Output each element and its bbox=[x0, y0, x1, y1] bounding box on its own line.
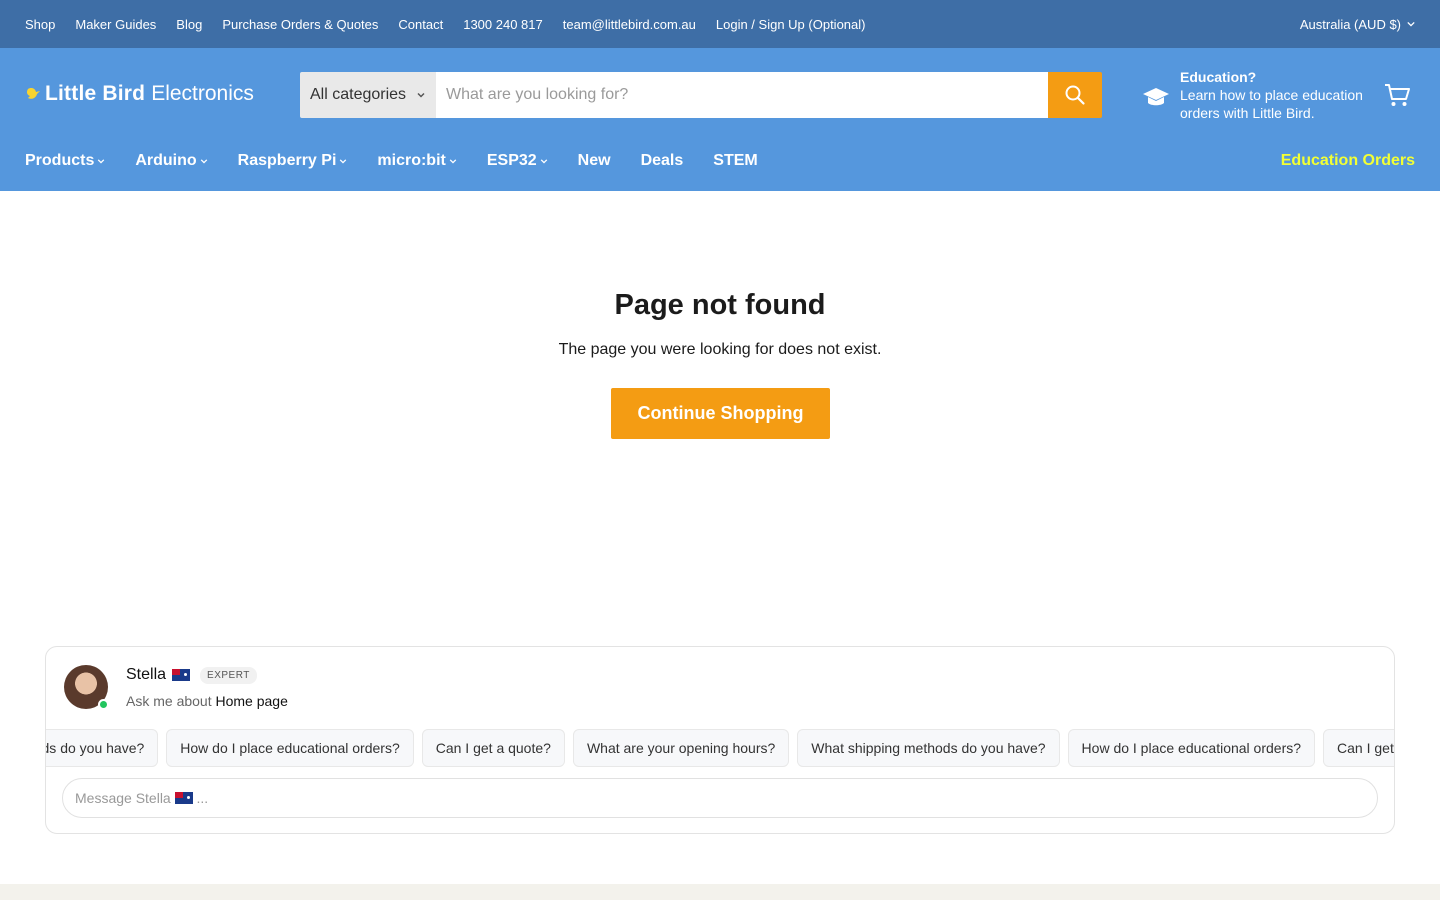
message-input[interactable]: Message Stella ... bbox=[62, 778, 1378, 818]
nav-item-label: ESP32 bbox=[486, 152, 537, 169]
education-orders-link[interactable]: Education Orders bbox=[1281, 152, 1415, 170]
nav-item-deals[interactable]: Deals bbox=[641, 152, 684, 170]
nav-item-label: STEM bbox=[713, 152, 758, 169]
ask-about-line: Ask me about Home page bbox=[126, 693, 288, 709]
link-contact[interactable]: Contact bbox=[398, 17, 443, 32]
chevron-down-icon bbox=[98, 159, 105, 164]
site-header: Little Bird Electronics All categories E… bbox=[0, 48, 1440, 191]
education-description: Learn how to place education orders with… bbox=[1180, 87, 1363, 121]
message-placeholder: Message Stella bbox=[75, 790, 171, 806]
graduation-cap-icon bbox=[1143, 88, 1169, 106]
education-title: Education? bbox=[1180, 69, 1257, 85]
nav-item-label: New bbox=[577, 152, 611, 169]
bird-logo-icon bbox=[26, 88, 40, 99]
main-nav: Products Arduino Raspberry Pi micro:bit … bbox=[25, 152, 788, 170]
chevron-down-icon bbox=[417, 92, 425, 98]
search-bar: All categories bbox=[300, 72, 1102, 118]
continue-shopping-button[interactable]: Continue Shopping bbox=[611, 388, 830, 439]
ask-prefix: Ask me about bbox=[126, 693, 212, 709]
nav-item-label: Arduino bbox=[135, 152, 197, 169]
currency-selector[interactable]: Australia (AUD $) bbox=[1300, 17, 1415, 32]
page-message: The page you were looking for does not e… bbox=[558, 341, 882, 358]
suggestion-chip[interactable]: How do I place educational orders? bbox=[1067, 729, 1316, 767]
page-title: Page not found bbox=[614, 289, 826, 321]
nav-item-microbit[interactable]: micro:bit bbox=[377, 152, 457, 170]
site-logo[interactable]: Little Bird Electronics bbox=[25, 82, 254, 106]
nav-item-label: Raspberry Pi bbox=[237, 152, 337, 169]
suggestion-chip[interactable]: What shipping methods do you have? bbox=[46, 729, 159, 767]
suggestion-track: What shipping methods do you have? How d… bbox=[46, 729, 1394, 767]
nav-item-raspberry-pi[interactable]: Raspberry Pi bbox=[238, 152, 348, 170]
chevron-down-icon bbox=[1407, 21, 1415, 27]
search-icon bbox=[1065, 85, 1085, 105]
suggestion-chip[interactable]: Can I get a quote? bbox=[421, 729, 565, 767]
message-placeholder-suffix: ... bbox=[196, 790, 209, 806]
suggestion-chip[interactable]: How do I place educational orders? bbox=[166, 729, 414, 767]
suggestion-chip[interactable]: Can I get a quote? bbox=[1323, 729, 1394, 767]
nav-item-new[interactable]: New bbox=[578, 152, 611, 170]
utility-links: Shop Maker Guides Blog Purchase Orders &… bbox=[25, 17, 885, 32]
link-maker-guides[interactable]: Maker Guides bbox=[75, 17, 156, 32]
category-select-label: All categories bbox=[310, 86, 407, 103]
suggestion-chip[interactable]: What are your opening hours? bbox=[572, 729, 790, 767]
nav-item-esp32[interactable]: ESP32 bbox=[487, 152, 548, 170]
link-shop[interactable]: Shop bbox=[25, 17, 55, 32]
currency-label: Australia (AUD $) bbox=[1299, 16, 1401, 32]
search-input[interactable] bbox=[436, 72, 1048, 118]
education-promo[interactable]: Education? Learn how to place education … bbox=[1142, 68, 1370, 122]
suggestion-chip[interactable]: What shipping methods do you have? bbox=[797, 729, 1060, 767]
link-email[interactable]: team@littlebird.com.au bbox=[563, 17, 696, 32]
chevron-down-icon bbox=[540, 159, 547, 164]
expert-badge: EXPERT bbox=[200, 666, 257, 684]
category-select[interactable]: All categories bbox=[300, 72, 436, 118]
nav-item-stem[interactable]: STEM bbox=[713, 152, 757, 170]
chevron-down-icon bbox=[449, 159, 457, 164]
education-text: Education? Learn how to place education … bbox=[1180, 68, 1370, 122]
search-button[interactable] bbox=[1048, 72, 1102, 118]
brand-suffix: Electronics bbox=[151, 82, 254, 105]
nav-item-products[interactable]: Products bbox=[25, 152, 105, 170]
brand-name: Little Bird bbox=[45, 82, 146, 105]
link-purchase-orders[interactable]: Purchase Orders & Quotes bbox=[222, 17, 378, 32]
agent-name-row: Stella EXPERT bbox=[126, 666, 257, 684]
main-content: Page not found The page you were looking… bbox=[0, 191, 1440, 621]
nav-item-label: micro:bit bbox=[377, 152, 446, 169]
agent-name: Stella bbox=[126, 666, 167, 683]
ask-topic: Home page bbox=[215, 693, 288, 709]
link-phone[interactable]: 1300 240 817 bbox=[463, 17, 543, 32]
chevron-down-icon bbox=[200, 159, 207, 164]
chat-widget: Stella EXPERT Ask me about Home page Wha… bbox=[45, 646, 1395, 834]
cart-icon[interactable] bbox=[1383, 81, 1411, 109]
chevron-down-icon bbox=[340, 159, 347, 164]
australia-flag-icon bbox=[174, 792, 193, 804]
online-status-dot bbox=[98, 699, 109, 710]
nav-item-label: Deals bbox=[640, 152, 684, 169]
link-login[interactable]: Login / Sign Up (Optional) bbox=[716, 17, 866, 32]
nav-item-arduino[interactable]: Arduino bbox=[135, 152, 207, 170]
footer-edge bbox=[0, 884, 1440, 900]
utility-bar: Shop Maker Guides Blog Purchase Orders &… bbox=[0, 0, 1440, 48]
suggestion-chips: What shipping methods do you have? How d… bbox=[46, 729, 1394, 767]
australia-flag-icon bbox=[172, 669, 191, 681]
nav-item-label: Products bbox=[25, 152, 95, 169]
link-blog[interactable]: Blog bbox=[176, 17, 202, 32]
